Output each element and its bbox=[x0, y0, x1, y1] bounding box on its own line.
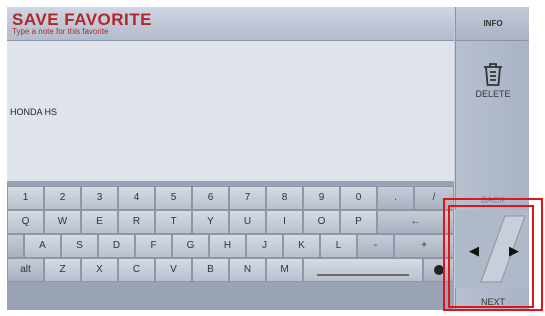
key-4[interactable]: 4 bbox=[118, 186, 155, 210]
highlight-inner-box bbox=[448, 205, 534, 308]
key-p[interactable]: P bbox=[340, 210, 377, 234]
key-k[interactable]: K bbox=[283, 234, 320, 258]
key-m[interactable]: M bbox=[266, 258, 303, 282]
key-5[interactable]: 5 bbox=[155, 186, 192, 210]
key-v[interactable]: V bbox=[155, 258, 192, 282]
key-9[interactable]: 9 bbox=[303, 186, 340, 210]
key-s[interactable]: S bbox=[61, 234, 98, 258]
key-z[interactable]: Z bbox=[44, 258, 81, 282]
key-j[interactable]: J bbox=[246, 234, 283, 258]
trash-icon bbox=[484, 63, 502, 86]
space-key[interactable] bbox=[303, 258, 423, 282]
key-i[interactable]: I bbox=[266, 210, 303, 234]
key-6[interactable]: 6 bbox=[192, 186, 229, 210]
key-y[interactable]: Y bbox=[192, 210, 229, 234]
key-u[interactable]: U bbox=[229, 210, 266, 234]
key-d[interactable]: D bbox=[98, 234, 135, 258]
key-e[interactable]: E bbox=[81, 210, 118, 234]
key-n[interactable]: N bbox=[229, 258, 266, 282]
space-bar-icon bbox=[317, 274, 409, 276]
key-l[interactable]: L bbox=[320, 234, 357, 258]
key-spacer bbox=[7, 234, 24, 258]
key-0[interactable]: 0 bbox=[340, 186, 377, 210]
delete-label: DELETE bbox=[475, 89, 511, 99]
note-input[interactable]: HONDA HS bbox=[7, 41, 454, 182]
key-period[interactable]: . bbox=[377, 186, 414, 210]
key-3[interactable]: 3 bbox=[81, 186, 118, 210]
page-subtitle: Type a note for this favorite bbox=[12, 27, 109, 36]
key-c[interactable]: C bbox=[118, 258, 155, 282]
key-f[interactable]: F bbox=[135, 234, 172, 258]
key-a[interactable]: A bbox=[24, 234, 61, 258]
key-o[interactable]: O bbox=[303, 210, 340, 234]
keyboard: 1 2 3 4 5 6 7 8 9 0 . / Q W E R T Y U I … bbox=[7, 182, 454, 310]
key-x[interactable]: X bbox=[81, 258, 118, 282]
key-b[interactable]: B bbox=[192, 258, 229, 282]
key-r[interactable]: R bbox=[118, 210, 155, 234]
note-value: HONDA HS bbox=[10, 107, 58, 117]
key-q[interactable]: Q bbox=[7, 210, 44, 234]
key-g[interactable]: G bbox=[172, 234, 209, 258]
key-t[interactable]: T bbox=[155, 210, 192, 234]
key-w[interactable]: W bbox=[44, 210, 81, 234]
info-button[interactable]: INFO bbox=[456, 7, 529, 41]
key-8[interactable]: 8 bbox=[266, 186, 303, 210]
key-minus[interactable]: - bbox=[357, 234, 394, 258]
key-7[interactable]: 7 bbox=[229, 186, 266, 210]
key-h[interactable]: H bbox=[209, 234, 246, 258]
key-2[interactable]: 2 bbox=[44, 186, 81, 210]
delete-button[interactable]: DELETE bbox=[456, 47, 529, 127]
header: SAVE FAVORITE Type a note for this favor… bbox=[7, 7, 454, 41]
alt-key[interactable]: alt bbox=[7, 258, 44, 282]
key-1[interactable]: 1 bbox=[7, 186, 44, 210]
